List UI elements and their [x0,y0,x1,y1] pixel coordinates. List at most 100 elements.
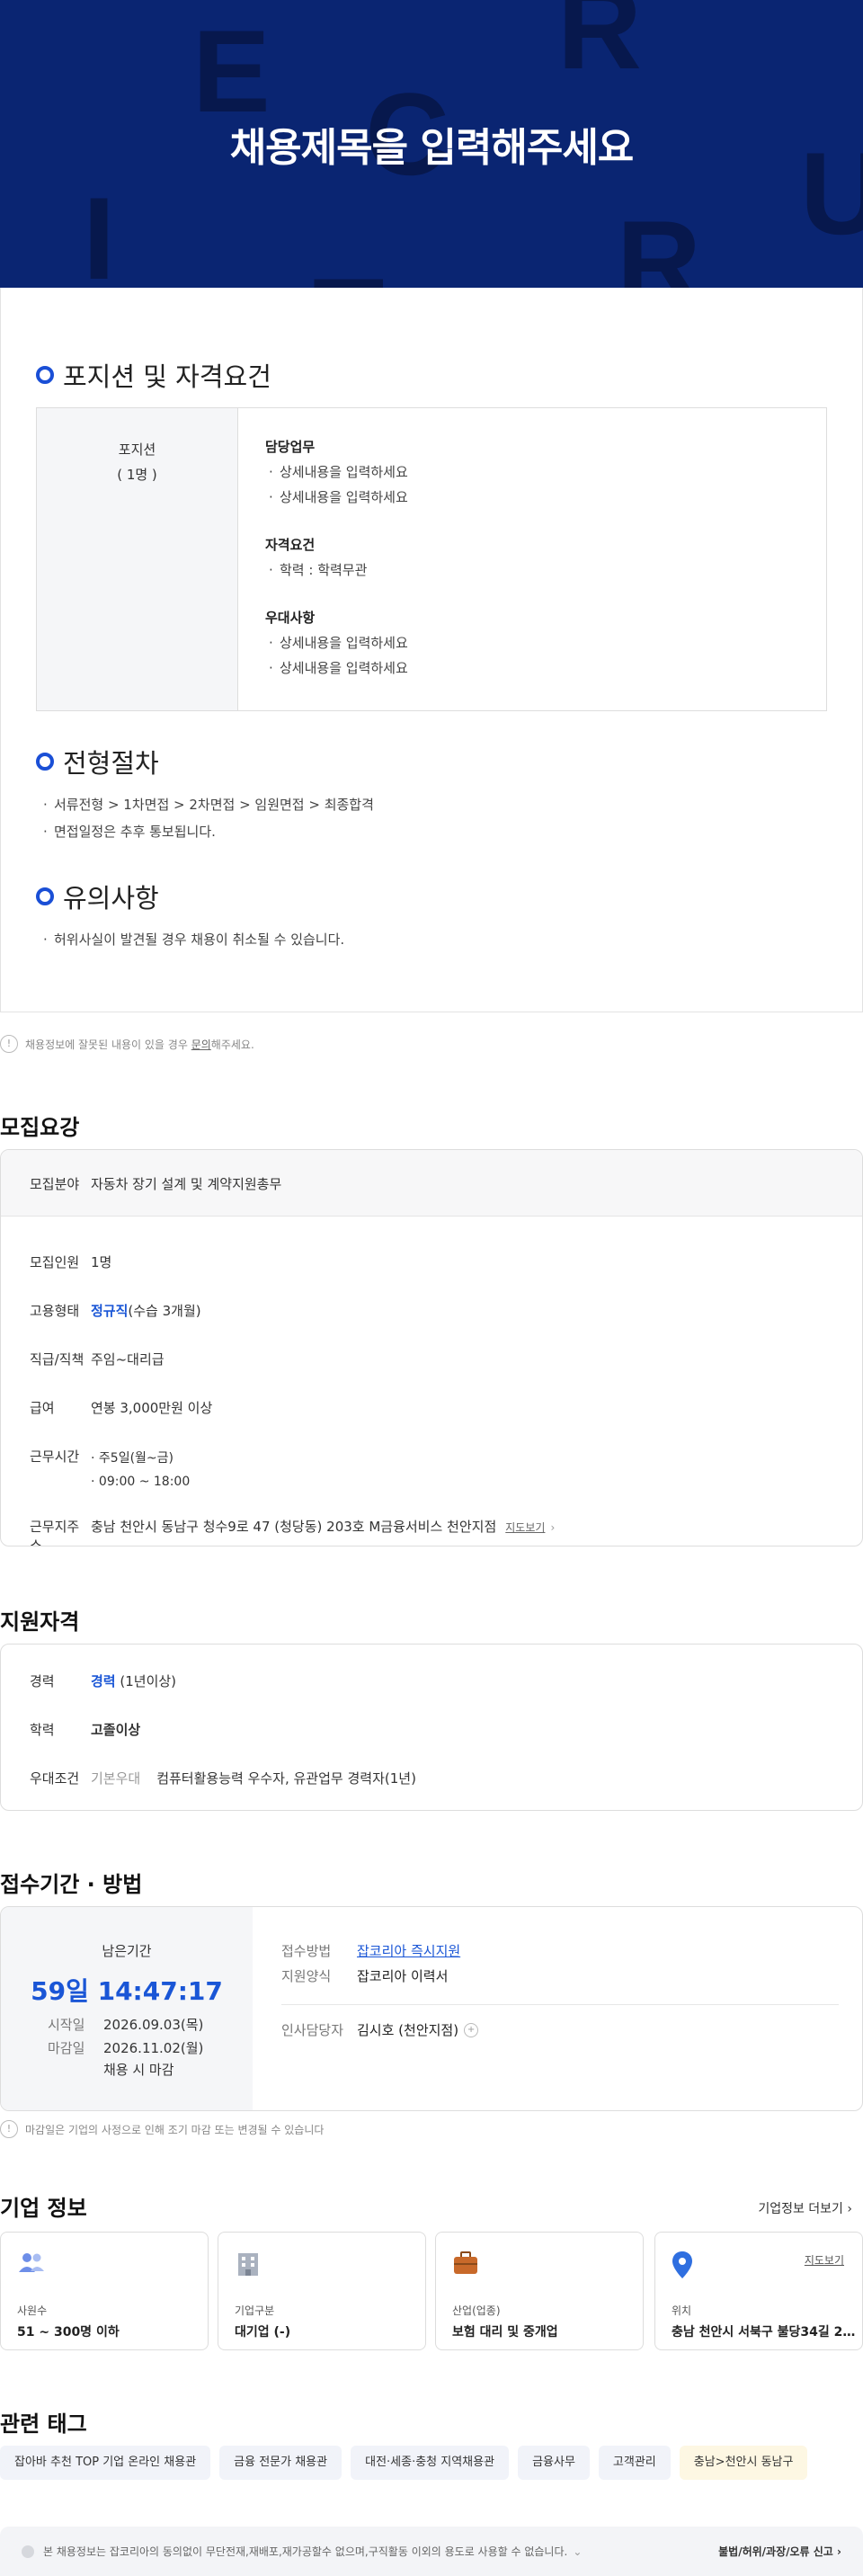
section-ring-icon [36,366,54,384]
list-item: 허위사실이 발견될 경우 채용이 취소될 수 있습니다. [43,926,344,953]
salary-row: 급여 연봉 3,000만원 이상 [30,1400,213,1416]
method-row: 접수방법 잡코리아 즉시지원 [281,1943,461,1959]
company-card-type: 기업구분 대기업 (-) [218,2232,426,2350]
map-link[interactable]: 지도보기 [805,2252,844,2268]
map-link[interactable]: 지도보기 [505,1521,545,1534]
recruit-field-row: 모집분야 자동차 장기 설계 및 계약지원총무 [1,1150,862,1217]
tags-heading: 관련 태그 [0,2411,87,2437]
quals-group: 자격요건 학력 : 학력무관 [265,535,408,583]
caution-list: 허위사실이 발견될 경우 채용이 취소될 수 있습니다. [43,926,344,953]
position-label: 포지션 [118,441,156,458]
field-value: 자동차 장기 설계 및 계약지원총무 [91,1176,282,1192]
info-icon: ! [0,1035,18,1053]
list-item: 상세내용을 입력하세요 [265,485,408,510]
pref-sub-label: 기본우대 [91,1770,141,1787]
list-item: · 09:00 ~ 18:00 [91,1475,191,1489]
recruit-card: 모집분야 자동차 장기 설계 및 계약지원총무 모집인원 1명 고용형태 정규직… [0,1149,863,1546]
duties-group: 담당업무 상세내용을 입력하세요 상세내용을 입력하세요 [265,437,408,510]
divider [281,2004,839,2005]
company-card-industry: 산업(업종) 보험 대리 및 중개업 [435,2232,644,2350]
rank-row: 직급/직책 주임~대리급 [30,1351,165,1368]
position-details: 담당업무 상세내용을 입력하세요 상세내용을 입력하세요 자격요건 학력 : 학… [238,408,408,710]
chevron-right-icon: › [837,2545,841,2558]
position-table: 포지션 ( 1명 ) 담당업무 상세내용을 입력하세요 상세내용을 입력하세요 … [36,407,827,711]
process-section-title: 전형절차 [36,743,159,780]
hr-row: 인사담당자 김시호 (천안지점) + [281,2020,479,2039]
list-item: 상세내용을 입력하세요 [265,630,408,655]
duties-title: 담당업무 [265,439,316,455]
chevron-right-icon: › [550,1521,556,1534]
quals-title: 자격요건 [265,537,316,553]
list-item: 상세내용을 입력하세요 [265,655,408,681]
hero-deco-letter: R [617,196,701,288]
apply-card: 남은기간 59일 14:47:17 시작일 2026.09.03(목) 마감일 20… [0,1906,863,2111]
hero-deco-letter: R [557,0,642,94]
people-icon [19,2253,44,2272]
position-count: ( 1명 ) [117,467,157,483]
copyright-notice: 본 채용정보는 잡코리아의 동의없이 무단전재,재배포,재가공할수 없으며,구직… [43,2545,568,2558]
position-section-title: 포지션 및 자격요건 [36,356,271,394]
tag-item[interactable]: 잡아바 추천 TOP 기업 온라인 채용관 [0,2446,211,2480]
deadline-notice: ! 마감일은 기업의 사정으로 인해 조기 마감 또는 변경될 수 있습니다 [0,2120,324,2138]
remaining-panel: 남은기간 59일 14:47:17 시작일 2026.09.03(목) 마감일 20… [1,1907,253,2110]
hero-title: 채용제목을 입력해주세요 [229,125,635,171]
building-icon [238,2253,258,2276]
list-item: 학력 : 학력무관 [265,557,408,583]
info-icon: ! [0,2120,18,2138]
headcount-row: 모집인원 1명 [30,1254,112,1270]
employment-type: 정규직 [91,1303,129,1319]
footer-bar: 본 채용정보는 잡코리아의 동의없이 무단전재,재배포,재가공할수 없으며,구직… [0,2527,863,2576]
remaining-label: 남은기간 [102,1943,152,1959]
preference-row: 우대조건 기본우대 컴퓨터활용능력 우수자, 유관업무 경력자(1년) [30,1770,416,1787]
qualify-heading: 지원자격 [0,1609,80,1635]
tag-item[interactable]: 대전·세종·충청 지역채용관 [351,2446,510,2480]
field-label: 모집분야 [30,1176,80,1192]
education-row: 학력 고졸이상 [30,1722,141,1738]
location-pin-icon [672,2251,692,2278]
company-card-location: 지도보기 위치 충남 천안시 서북구 불당34길 2 ... [654,2232,863,2350]
career-row: 경력 경력 (1년이상) [30,1673,177,1689]
remaining-countdown: 59일 14:47:17 [31,1976,223,2006]
section-ring-icon [36,753,54,771]
list-item: 서류전형 > 1차면접 > 2차면접 > 임원면접 > 최종합격 [43,791,374,818]
company-card-employees: 사원수 51 ~ 300명 이하 [0,2232,209,2350]
employment-row: 고용형태 정규직(수습 3개월) [30,1303,201,1319]
plus-icon[interactable]: + [464,2022,479,2037]
list-item: · 주5일(월~금) [91,1451,173,1466]
address-row: 근무지주소 충남 천안시 동남구 청수9로 47 (청당동) 203호 M금융서… [30,1519,556,1546]
list-item: 면접일정은 추후 통보됩니다. [43,818,374,845]
hours-row: 근무시간 · 주5일(월~금) · 09:00 ~ 18:00 [1,1447,862,1493]
section-ring-icon [36,887,54,905]
info-dot-icon [22,2545,34,2558]
inquiry-link[interactable]: 문의 [191,1038,211,1051]
tag-item[interactable]: 금융사무 [518,2446,590,2480]
hero-deco-letter: I [83,173,116,288]
prefs-title: 우대사항 [265,610,316,626]
recruit-heading: 모집요강 [0,1115,80,1140]
end-date: 마감일 2026.11.02(월) [48,2040,204,2056]
briefcase-icon [454,2251,477,2274]
tag-item[interactable]: 충남>천안시 동남구 [679,2446,808,2480]
tag-list: 잡아바 추천 TOP 기업 온라인 채용관 금융 전문가 채용관 대전·세종·충… [0,2446,808,2480]
apply-heading: 접수기간 · 방법 [0,1872,143,1897]
form-row: 지원양식 잡코리아 이력서 [281,1968,449,1984]
list-item: 상세내용을 입력하세요 [265,459,408,485]
instant-apply-link[interactable]: 잡코리아 즉시지원 [357,1943,460,1959]
company-more-link[interactable]: 기업정보 더보기 › [758,2199,852,2217]
address-value: 충남 천안시 동남구 청수9로 47 (청당동) 203호 M금융서비스 천안지… [91,1519,497,1535]
hero-banner: E R C U I T R 채용제목을 입력해주세요 [0,0,863,288]
caution-section-title: 유의사항 [36,878,159,915]
qualify-card: 경력 경력 (1년이상) 학력 고졸이상 우대조건 기본우대 컴퓨터활용능력 우수… [0,1644,863,1811]
company-heading: 기업 정보 [0,2196,87,2221]
hero-deco-letter: T [313,261,384,288]
hero-deco-letter: E [192,5,271,137]
position-cell: 포지션 ( 1명 ) [37,408,238,710]
tag-item[interactable]: 금융 전문가 채용관 [219,2446,343,2480]
report-notice: ! 채용정보에 잘못된 내용이 있을 경우 문의해주세요. [0,1035,254,1053]
chevron-down-icon[interactable]: ⌄ [573,2545,582,2558]
start-date: 시작일 2026.09.03(목) [48,2017,204,2033]
chevron-right-icon: › [847,2202,852,2216]
tag-item[interactable]: 고객관리 [598,2446,671,2480]
report-link[interactable]: 불법/허위/과장/오류 신고 › [718,2544,841,2559]
process-list: 서류전형 > 1차면접 > 2차면접 > 임원면접 > 최종합격 면접일정은 추… [43,791,374,845]
